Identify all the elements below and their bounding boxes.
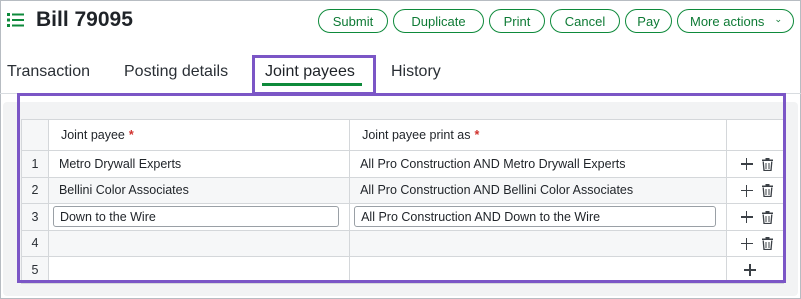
- submit-button-label: Submit: [332, 13, 374, 29]
- duplicate-button-label: Duplicate: [411, 13, 466, 29]
- page-title: Bill 79095: [36, 8, 133, 31]
- list-menu-icon[interactable]: [7, 12, 25, 28]
- pay-button[interactable]: Pay: [625, 9, 672, 33]
- more-actions-label: More actions: [690, 13, 765, 29]
- more-actions-button[interactable]: More actions: [677, 9, 794, 33]
- grid-highlight: [17, 93, 786, 283]
- chevron-down-icon: [776, 19, 781, 23]
- print-button[interactable]: Print: [489, 9, 545, 33]
- header: Bill 79095 Submit Duplicate Print Cancel…: [0, 0, 801, 44]
- duplicate-button[interactable]: Duplicate: [393, 9, 484, 33]
- cancel-button-label: Cancel: [564, 13, 606, 29]
- cancel-button[interactable]: Cancel: [550, 9, 620, 33]
- pay-button-label: Pay: [637, 13, 660, 29]
- tab-history[interactable]: History: [391, 63, 441, 81]
- submit-button[interactable]: Submit: [318, 9, 388, 33]
- tab-bar: Transaction Posting details Joint payees…: [0, 53, 801, 91]
- tab-transaction[interactable]: Transaction: [7, 63, 90, 81]
- tab-posting-details[interactable]: Posting details: [124, 63, 228, 81]
- print-button-label: Print: [503, 13, 531, 29]
- joint-payees-tab-highlight: [252, 55, 376, 95]
- action-bar: Submit Duplicate Print Cancel Pay More a…: [318, 9, 794, 33]
